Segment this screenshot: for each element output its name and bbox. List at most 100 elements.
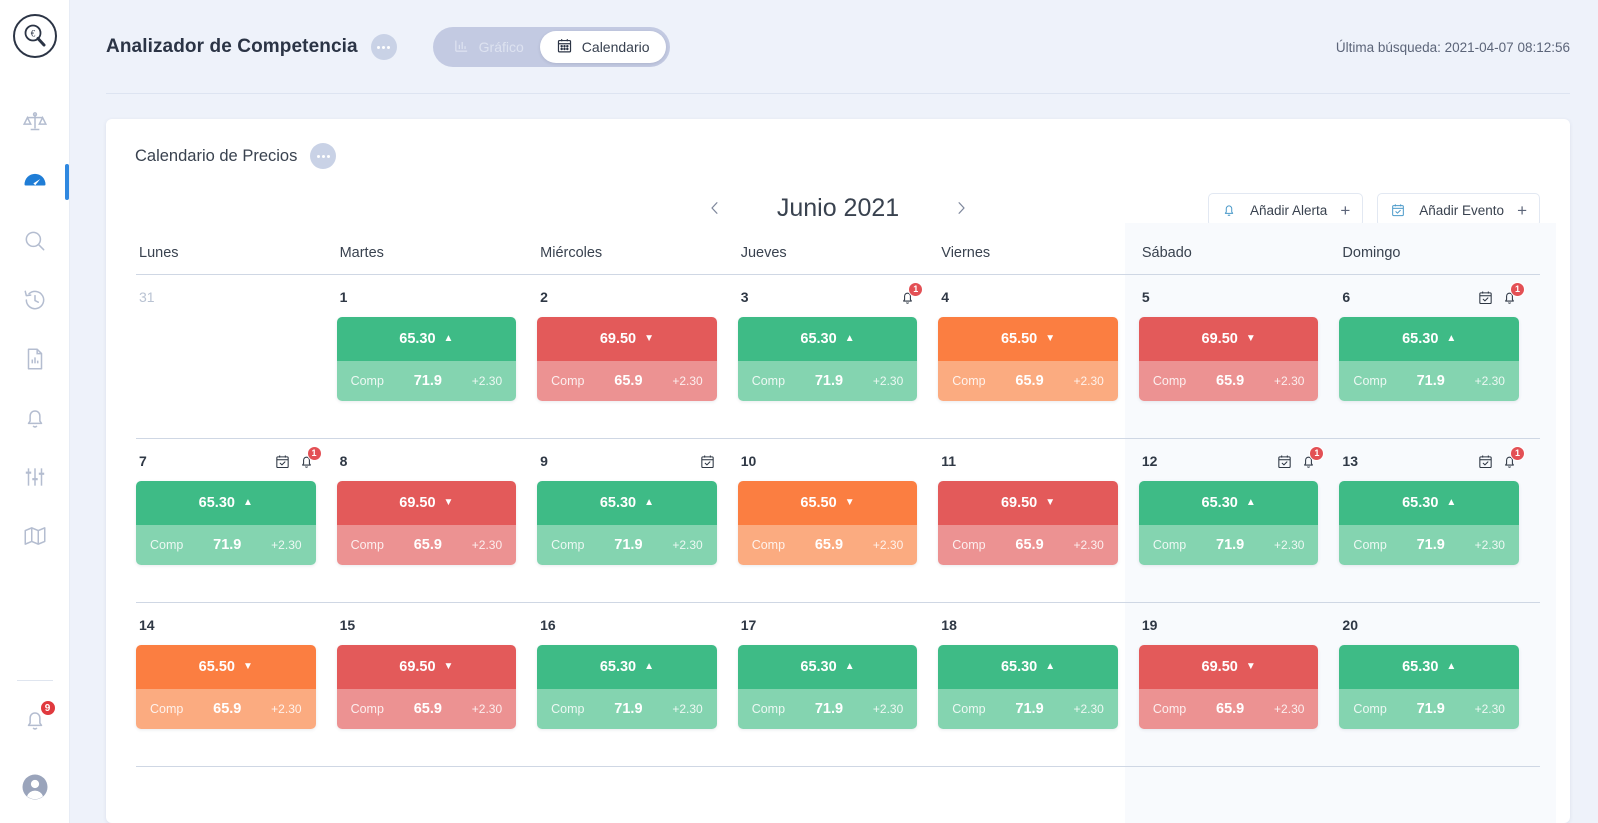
calendar-day-cell: 20 65.30 ▲ Comp 71.9 +2.30 — [1339, 603, 1540, 767]
page-title: Analizador de Competencia — [106, 36, 358, 57]
more-dots-icon — [316, 154, 320, 158]
price-card[interactable]: 65.50 ▼ Comp 65.9 +2.30 — [136, 645, 316, 729]
price-card[interactable]: 69.50 ▼ Comp 65.9 +2.30 — [336, 481, 517, 565]
sidebar-item-settings[interactable] — [0, 447, 69, 506]
sidebar-item-compare[interactable] — [0, 93, 69, 152]
bar-chart-icon — [453, 37, 470, 57]
price-value: 65.50 — [1000, 331, 1038, 347]
competitor-value: 65.9 — [413, 537, 442, 553]
price-card-top: 65.30 ▲ — [136, 481, 316, 525]
weekday-label: Martes — [339, 245, 384, 261]
day-header: 71 — [136, 445, 337, 472]
price-value: 65.30 — [1402, 495, 1439, 511]
day-header: 12 1 — [1139, 445, 1340, 472]
price-card[interactable]: 65.30 ▲ Comp 71.9 +2.30 — [537, 481, 717, 565]
price-card-competitor: Comp 65.9 +2.30 — [737, 525, 918, 565]
alert-count-badge: 1 — [1509, 281, 1525, 297]
price-card[interactable]: 65.30 ▲ Comp 71.9 +2.30 — [737, 317, 918, 401]
competitor-label: Comp — [150, 702, 184, 716]
bell-icon — [22, 712, 48, 737]
next-month-button[interactable] — [946, 193, 976, 223]
price-card[interactable]: 65.30 ▲ Comp 71.9 +2.30 — [938, 645, 1118, 729]
price-card[interactable]: 65.30 ▲ Comp 71.9 +2.30 — [737, 645, 918, 729]
sidebar-item-history[interactable] — [0, 270, 69, 329]
prev-month-button[interactable] — [700, 193, 730, 223]
page-title-more-button[interactable] — [370, 34, 397, 60]
history-icon — [22, 287, 48, 313]
competitor-label: Comp — [1353, 538, 1387, 552]
price-card[interactable]: 65.30 ▲ Comp 71.9 +2.30 — [537, 645, 717, 729]
price-card[interactable]: 65.30 ▲ Comp 71.9 +2.30 — [1339, 317, 1519, 401]
panel-header: Calendario de Precios — [106, 119, 1570, 169]
weekday-header-6: Domingo — [1339, 245, 1540, 275]
competitor-value: 71.9 — [814, 373, 844, 389]
competitor-delta: +2.30 — [1474, 702, 1505, 716]
competitor-value: 65.9 — [614, 373, 643, 389]
calendar-check-icon[interactable] — [699, 453, 716, 470]
price-card[interactable]: 65.50 ▼ Comp 65.9 +2.30 — [938, 317, 1118, 401]
price-card[interactable]: 69.50 ▼ Comp 65.9 +2.30 — [537, 317, 717, 401]
day-number: 31 — [139, 289, 155, 305]
calendar-check-icon[interactable] — [1477, 289, 1494, 306]
notifications-button[interactable]: 9 — [22, 699, 57, 738]
sidebar-footer: 9 — [0, 680, 69, 807]
day-number: 1 — [339, 289, 348, 305]
competitor-value: 71.9 — [1015, 701, 1044, 717]
panel-more-button[interactable] — [310, 143, 337, 169]
avatar[interactable] — [20, 772, 50, 807]
add-event-button[interactable]: Añadir Evento + — [1377, 193, 1540, 227]
sidebar-item-alerts[interactable] — [0, 388, 69, 447]
sidebar-item-search[interactable] — [0, 211, 69, 270]
weekday-label: Viernes — [941, 245, 991, 261]
price-card[interactable]: 69.50 ▼ Comp 65.9 +2.30 — [336, 645, 517, 729]
calendar-day-cell: 10 65.50 ▼ Comp 65.9 +2.30 — [737, 439, 939, 603]
price-card[interactable]: 65.50 ▼ Comp 65.9 +2.30 — [737, 481, 918, 565]
price-card[interactable]: 69.50 ▼ Comp 65.9 +2.30 — [1138, 317, 1319, 401]
sidebar-nav — [0, 93, 69, 565]
day-number: 18 — [941, 617, 957, 633]
price-card-top: 69.50 ▼ — [336, 645, 517, 689]
arrow-up-icon: ▲ — [1045, 661, 1056, 672]
price-card[interactable]: 69.50 ▼ Comp 65.9 +2.30 — [1138, 645, 1319, 729]
competitor-value: 71.9 — [1416, 537, 1445, 553]
price-card-top: 65.30 ▲ — [938, 645, 1118, 689]
weekday-header-1: Martes — [336, 245, 538, 275]
panel-title: Calendario de Precios — [135, 146, 298, 165]
sidebar-item-dashboard[interactable] — [0, 152, 69, 211]
sidebar-item-map[interactable] — [0, 506, 69, 565]
add-alert-button[interactable]: Añadir Alerta + — [1208, 193, 1364, 227]
competitor-value: 71.9 — [814, 701, 844, 717]
alert-bell-icon[interactable]: 1 — [899, 281, 924, 306]
day-header: 4 — [938, 286, 1139, 308]
day-header: 15 — [337, 614, 538, 636]
competitor-label: Comp — [350, 374, 384, 388]
price-card[interactable]: 69.50 ▼ Comp 65.9 +2.30 — [938, 481, 1118, 565]
calendar-check-icon[interactable] — [274, 453, 291, 470]
main-area: Analizador de Competencia Gráfico Calend… — [70, 0, 1598, 823]
price-card-competitor: Comp 65.9 +2.30 — [537, 361, 717, 401]
price-card[interactable]: 65.30 ▲ Comp 71.9 +2.30 — [1339, 481, 1519, 565]
price-card-top: 65.50 ▼ — [737, 481, 918, 525]
tab-grafico[interactable]: Gráfico — [437, 31, 540, 63]
tab-grafico-label: Gráfico — [478, 39, 524, 55]
alert-bell-icon[interactable]: 1 — [1501, 281, 1525, 306]
price-card[interactable]: 65.30 ▲ Comp 71.9 +2.30 — [1138, 481, 1319, 565]
price-value: 65.30 — [599, 495, 637, 511]
price-calendar-panel: Calendario de Precios Junio 2021 Añadir … — [106, 119, 1570, 823]
sidebar-item-reports[interactable] — [0, 329, 69, 388]
weekday-header-2: Miércoles — [537, 245, 738, 275]
alert-bell-icon[interactable]: 1 — [1501, 445, 1525, 470]
price-card-top: 65.50 ▼ — [136, 645, 316, 689]
price-card[interactable]: 65.30 ▲ Comp 71.9 +2.30 — [136, 481, 316, 565]
alert-bell-icon[interactable]: 1 — [1300, 445, 1325, 470]
price-card[interactable]: 65.30 ▲ Comp 71.9 +2.30 — [336, 317, 517, 401]
competitor-delta: +2.30 — [1073, 538, 1104, 552]
calendar-check-icon[interactable] — [1477, 453, 1494, 470]
calendar-check-icon[interactable] — [1276, 453, 1293, 470]
price-card-competitor: Comp 71.9 +2.30 — [1339, 689, 1519, 729]
arrow-down-icon: ▼ — [242, 661, 253, 672]
price-card[interactable]: 65.30 ▲ Comp 71.9 +2.30 — [1339, 645, 1519, 729]
app-logo[interactable]: € — [12, 14, 57, 63]
alert-bell-icon[interactable]: 1 — [298, 445, 322, 470]
tab-calendario[interactable]: Calendario — [539, 31, 666, 63]
